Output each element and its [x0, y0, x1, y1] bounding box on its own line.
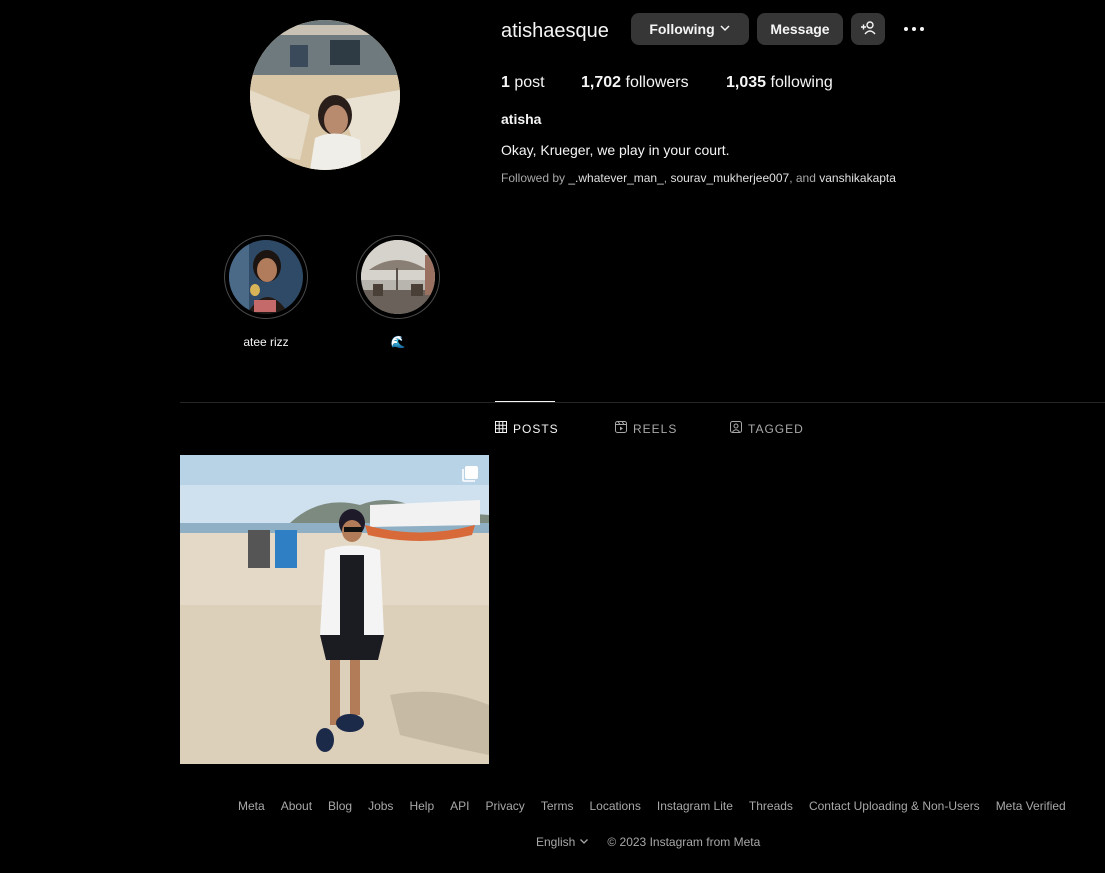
- multiple-photos-icon: [461, 465, 479, 488]
- profile-full-name: atisha: [501, 111, 542, 127]
- footer-link[interactable]: Meta Verified: [996, 799, 1066, 813]
- tab-posts-label: POSTS: [513, 421, 559, 436]
- footer-link[interactable]: Help: [409, 799, 434, 813]
- footer-link[interactable]: Contact Uploading & Non-Users: [809, 799, 980, 813]
- footer-link[interactable]: Threads: [749, 799, 793, 813]
- chevron-down-icon: [579, 835, 589, 849]
- grid-icon: [495, 421, 507, 436]
- tab-tagged[interactable]: TAGGED: [730, 421, 804, 436]
- followed-by-text[interactable]: Followed by _.whatever_man_, sourav_mukh…: [501, 171, 896, 185]
- footer-link[interactable]: Meta: [238, 799, 265, 813]
- followed-by-user[interactable]: _.whatever_man_: [568, 171, 663, 185]
- post-thumbnail[interactable]: [180, 455, 489, 764]
- footer-links: Meta About Blog Jobs Help API Privacy Te…: [238, 799, 1082, 813]
- followed-by-user[interactable]: vanshikakapta: [819, 171, 896, 185]
- highlight-item[interactable]: 🌊: [355, 235, 441, 349]
- copyright-text: © 2023 Instagram from Meta: [607, 835, 761, 849]
- highlight-label: 🌊: [390, 335, 406, 349]
- add-user-icon: [860, 20, 876, 39]
- followers-count: 1,702: [581, 74, 622, 91]
- highlight-label: atee rizz: [243, 335, 289, 349]
- footer-link[interactable]: API: [450, 799, 469, 813]
- followed-by-prefix: Followed by: [501, 171, 569, 185]
- tab-posts[interactable]: POSTS: [495, 421, 559, 436]
- tab-tagged-label: TAGGED: [748, 421, 804, 436]
- highlight-ring: [356, 235, 440, 319]
- following-label: following: [766, 74, 833, 91]
- profile-avatar[interactable]: [250, 20, 400, 170]
- posts-count-stat: 1 post: [501, 73, 545, 93]
- language-label: English: [536, 835, 576, 849]
- footer-link[interactable]: Terms: [541, 799, 574, 813]
- following-stat[interactable]: 1,035 following: [726, 73, 833, 93]
- highlight-ring: [224, 235, 308, 319]
- language-selector[interactable]: English: [536, 835, 589, 849]
- followed-by-user[interactable]: sourav_mukherjee007: [670, 171, 789, 185]
- tab-reels[interactable]: REELS: [615, 421, 677, 436]
- followers-stat[interactable]: 1,702 followers: [581, 73, 689, 93]
- tab-reels-label: REELS: [633, 421, 678, 436]
- tagged-icon: [730, 421, 742, 436]
- reels-icon: [615, 421, 627, 436]
- following-count: 1,035: [726, 74, 767, 91]
- tabs-divider: [180, 402, 1105, 403]
- footer-link[interactable]: Jobs: [368, 799, 393, 813]
- footer-link[interactable]: Instagram Lite: [657, 799, 733, 813]
- highlight-cover: [361, 240, 435, 314]
- footer-link[interactable]: About: [281, 799, 312, 813]
- following-button[interactable]: Following: [631, 13, 749, 45]
- highlight-cover: [229, 240, 303, 314]
- message-button[interactable]: Message: [757, 13, 843, 45]
- posts-label: post: [509, 74, 545, 91]
- profile-username: atishaesque: [501, 20, 609, 42]
- highlight-item[interactable]: atee rizz: [223, 235, 309, 349]
- posts-count: 1: [501, 74, 510, 91]
- more-options-button[interactable]: [900, 16, 928, 42]
- message-button-label: Message: [770, 21, 830, 37]
- footer-link[interactable]: Blog: [328, 799, 352, 813]
- followers-label: followers: [621, 74, 689, 91]
- footer-link[interactable]: Privacy: [485, 799, 524, 813]
- chevron-down-icon: [719, 21, 731, 37]
- footer-link[interactable]: Locations: [589, 799, 640, 813]
- following-button-label: Following: [649, 21, 715, 37]
- followed-by-separator: , and: [789, 171, 820, 185]
- footer-bottom: English © 2023 Instagram from Meta: [536, 835, 760, 849]
- active-tab-indicator: [495, 401, 555, 402]
- suggested-users-button[interactable]: [851, 13, 885, 45]
- more-icon: [904, 27, 924, 31]
- profile-bio: Okay, Krueger, we play in your court.: [501, 142, 730, 158]
